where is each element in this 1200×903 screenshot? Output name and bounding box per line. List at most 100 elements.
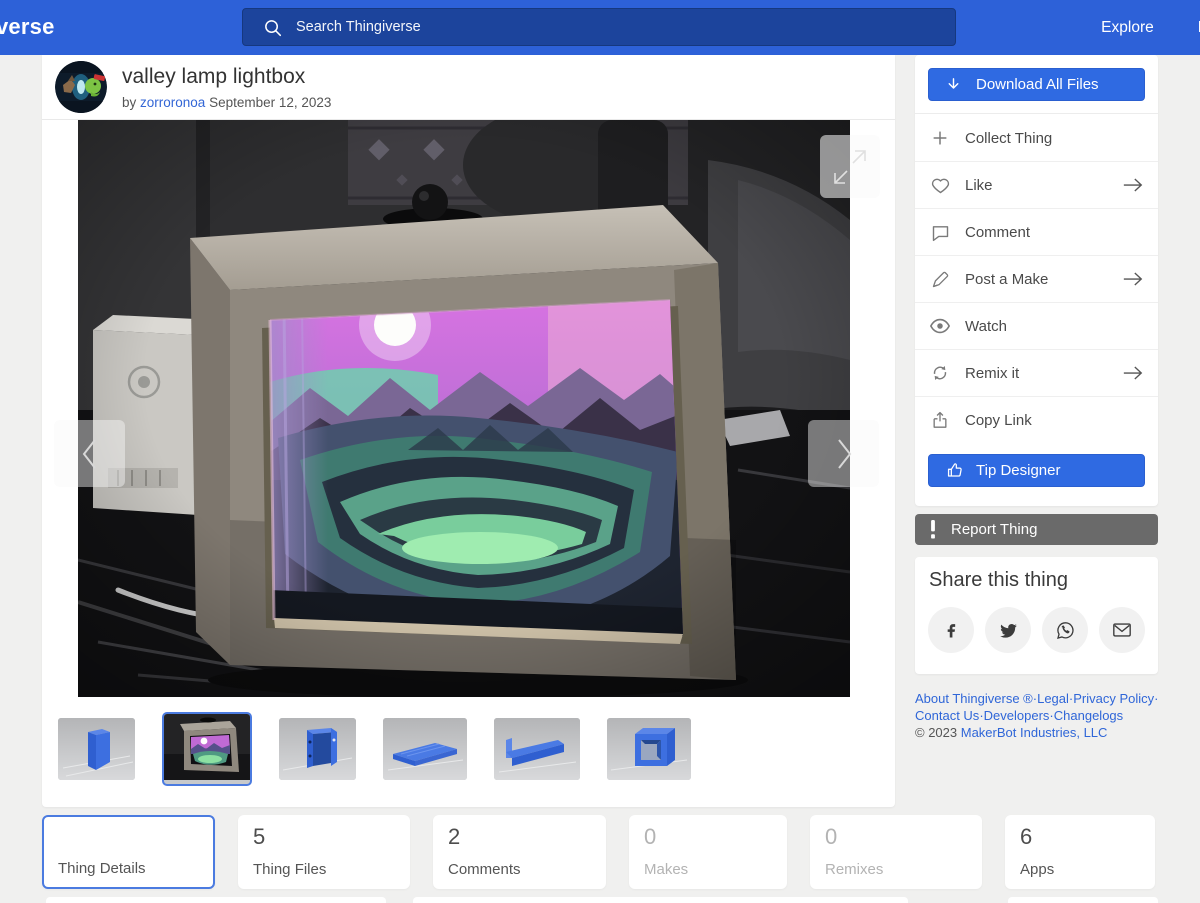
byline-prefix: by — [122, 95, 136, 110]
action-label: Copy Link — [965, 412, 1158, 429]
share-whatsapp-button[interactable] — [1042, 607, 1088, 653]
tab-thing-files[interactable]: 5 Thing Files — [238, 815, 410, 889]
watch-row[interactable]: Watch — [915, 303, 1158, 350]
download-all-files-button[interactable]: Download All Files — [928, 68, 1145, 101]
arrow-right-icon — [1122, 177, 1144, 193]
content-peek — [413, 897, 908, 903]
top-navbar: verse Explore Educat — [0, 0, 1200, 55]
tab-count: 5 — [253, 824, 265, 850]
thingiverse-logo-partial[interactable]: verse — [0, 14, 55, 40]
copy-link-row[interactable]: Copy Link — [915, 397, 1158, 444]
heart-icon — [929, 175, 951, 196]
tab-apps[interactable]: 6 Apps — [1005, 815, 1155, 889]
collect-thing-row[interactable]: Collect Thing — [915, 115, 1158, 162]
footer-line-1: About Thingiverse ®·Legal·Privacy Policy… — [915, 690, 1165, 707]
arrow-right-icon — [1122, 271, 1144, 287]
arrow-right-icon — [1122, 365, 1144, 381]
search-bar[interactable] — [242, 8, 956, 46]
share-panel: Share this thing — [915, 557, 1158, 674]
footer-company-link[interactable]: MakerBot Industries, LLC — [961, 725, 1108, 740]
share-email-button[interactable] — [1099, 607, 1145, 653]
remix-icon — [929, 363, 951, 383]
plus-icon — [929, 128, 951, 148]
share-icon — [929, 410, 951, 431]
thumbnail-strip — [58, 712, 691, 786]
tab-remixes[interactable]: 0 Remixes — [810, 815, 982, 889]
chevron-right-icon — [831, 436, 857, 472]
header-nav: Explore Educat — [1101, 0, 1200, 55]
email-icon — [1111, 620, 1133, 640]
publish-date: September 12, 2023 — [209, 95, 331, 110]
comment-icon — [929, 222, 951, 243]
thumbnail-part-prism[interactable] — [58, 718, 135, 780]
tab-makes[interactable]: 0 Makes — [629, 815, 787, 889]
thumbnail-open-box[interactable] — [279, 718, 356, 780]
tab-label: Thing Files — [253, 861, 326, 878]
thumbnail-long-channel[interactable] — [494, 718, 580, 780]
divider — [915, 113, 1158, 114]
post-a-make-row[interactable]: Post a Make — [915, 256, 1158, 303]
like-row[interactable]: Like — [915, 162, 1158, 209]
tab-count: 2 — [448, 824, 460, 850]
footer-contact-link[interactable]: Contact Us — [915, 708, 979, 723]
nav-explore[interactable]: Explore — [1101, 19, 1154, 37]
tab-thing-details[interactable]: Thing Details — [42, 815, 215, 889]
report-thing-label: Report Thing — [951, 521, 1037, 538]
search-input[interactable] — [294, 18, 955, 36]
footer-developers-link[interactable]: Developers — [984, 708, 1050, 723]
footer-changelogs-link[interactable]: Changelogs — [1054, 708, 1123, 723]
thumbs-up-icon — [945, 461, 964, 480]
tab-label: Makes — [644, 861, 688, 878]
tip-designer-label: Tip Designer — [976, 462, 1060, 479]
site-footer: About Thingiverse ®·Legal·Privacy Policy… — [915, 690, 1165, 741]
facebook-icon — [941, 620, 961, 640]
tip-designer-button[interactable]: Tip Designer — [928, 454, 1145, 487]
report-thing-button[interactable]: Report Thing — [915, 514, 1158, 545]
action-label: Watch — [965, 318, 1158, 335]
footer-about-link[interactable]: About Thingiverse ® — [915, 691, 1033, 706]
copyright-text: © 2023 — [915, 725, 957, 740]
tab-count: 0 — [825, 824, 837, 850]
tab-label: Thing Details — [58, 860, 146, 877]
avatar-image — [55, 61, 107, 113]
action-label: Collect Thing — [965, 130, 1158, 147]
expand-image-button[interactable] — [820, 135, 880, 198]
content-peek — [1008, 897, 1158, 903]
exclamation-icon — [929, 520, 937, 539]
expand-icon — [831, 147, 869, 187]
action-label: Post a Make — [965, 271, 1122, 288]
action-label: Comment — [965, 224, 1158, 241]
twitter-icon — [998, 620, 1019, 641]
footer-privacy-link[interactable]: Privacy Policy — [1073, 691, 1154, 706]
carousel-prev-button[interactable] — [54, 420, 125, 487]
download-icon — [945, 76, 962, 93]
share-title: Share this thing — [929, 569, 1068, 592]
tab-count: 6 — [1020, 824, 1032, 850]
chevron-left-icon — [77, 436, 103, 472]
download-label: Download All Files — [976, 76, 1099, 93]
thing-photo — [78, 120, 850, 697]
carousel-next-button[interactable] — [808, 420, 879, 487]
whatsapp-icon — [1055, 620, 1076, 641]
share-facebook-button[interactable] — [928, 607, 974, 653]
byline: by zorroronoa September 12, 2023 — [122, 95, 331, 110]
tab-count: 0 — [644, 824, 656, 850]
main-image-viewer — [78, 120, 850, 697]
actions-panel: Download All Files Collect Thing Like Co… — [915, 55, 1158, 506]
thumbnail-photo-lightbox[interactable] — [162, 712, 252, 786]
remix-it-row[interactable]: Remix it — [915, 350, 1158, 397]
tab-comments[interactable]: 2 Comments — [433, 815, 606, 889]
share-twitter-button[interactable] — [985, 607, 1031, 653]
tab-label: Apps — [1020, 861, 1054, 878]
search-icon — [263, 18, 282, 37]
thing-main-card: valley lamp lightbox by zorroronoa Septe… — [42, 55, 895, 807]
thumbnail-flat-panel[interactable] — [383, 718, 467, 780]
footer-legal-link[interactable]: Legal — [1037, 691, 1069, 706]
thing-tabs: Thing Details 5 Thing Files 2 Comments 0… — [42, 815, 1155, 889]
thumbnail-frame-cube[interactable] — [607, 718, 691, 780]
avatar[interactable] — [55, 61, 107, 113]
tab-label: Remixes — [825, 861, 883, 878]
content-peek — [46, 897, 386, 903]
comment-row[interactable]: Comment — [915, 209, 1158, 256]
author-link[interactable]: zorroronoa — [140, 95, 205, 110]
